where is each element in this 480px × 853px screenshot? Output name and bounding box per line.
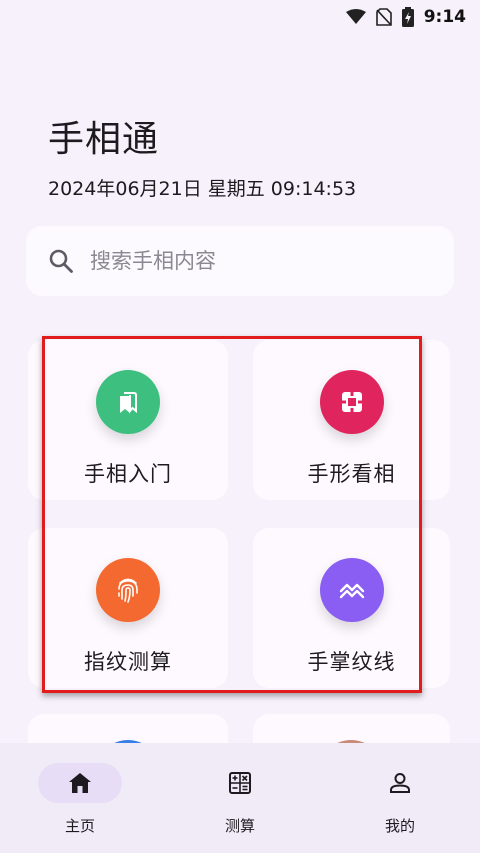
current-datetime: 2024年06月21日 星期五 09:14:53	[48, 178, 357, 200]
card-label: 手相入门	[84, 462, 172, 486]
bottom-navigation: 主页 测算 我的	[0, 743, 480, 853]
card-label: 手掌纹线	[307, 650, 396, 674]
card-fingerprint[interactable]: 指纹测算	[28, 528, 228, 688]
nav-home[interactable]: 主页	[20, 763, 140, 836]
person-icon	[390, 773, 410, 793]
search-bar[interactable]	[26, 226, 454, 296]
circle-bg	[96, 370, 160, 434]
circle-bg	[319, 370, 384, 434]
fingerprint-icon	[118, 578, 138, 603]
status-bar: 9:14	[0, 0, 480, 34]
card-label: 手形看相	[307, 462, 396, 486]
nav-indicator	[198, 763, 282, 803]
calculator-icon	[229, 772, 251, 794]
card-palm-lines[interactable]: 手掌纹线	[253, 528, 450, 688]
palm-frame-icon	[341, 392, 362, 412]
wifi-icon	[345, 9, 366, 24]
nav-indicator	[38, 763, 122, 803]
battery-icon	[401, 7, 414, 27]
nav-calculate[interactable]: 测算	[180, 763, 300, 836]
lines-icon	[339, 583, 364, 599]
no-sim-icon	[375, 8, 392, 26]
card-hand-shape[interactable]: 手形看相	[253, 340, 450, 500]
home-icon	[69, 773, 91, 793]
nav-label: 主页	[64, 817, 95, 835]
app-title: 手相通	[48, 119, 160, 160]
card-palm-intro[interactable]: 手相入门	[28, 340, 228, 500]
nav-indicator	[358, 763, 442, 803]
search-icon	[49, 249, 73, 273]
circle-bg	[319, 558, 384, 622]
circle-bg	[96, 558, 160, 622]
bookmark-icon	[120, 392, 137, 414]
nav-label: 我的	[384, 817, 415, 835]
search-input[interactable]	[90, 249, 410, 273]
nav-label: 测算	[224, 817, 255, 835]
status-time: 9:14	[423, 7, 466, 27]
card-label: 指纹测算	[84, 650, 172, 674]
nav-profile[interactable]: 我的	[340, 763, 460, 836]
